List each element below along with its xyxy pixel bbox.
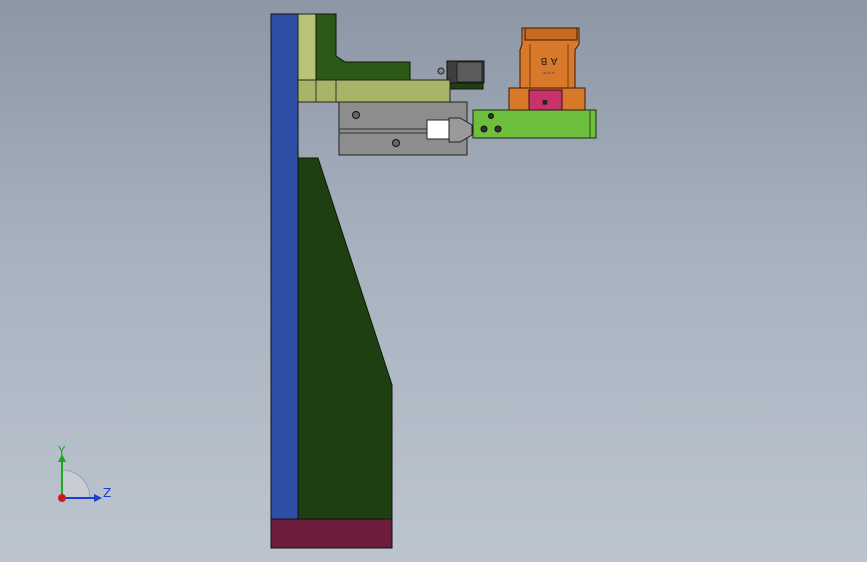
- triad-y-label: Y: [58, 444, 66, 458]
- horizontal-arm[interactable]: [297, 79, 451, 103]
- gripper-hole-3: [494, 125, 502, 133]
- cylinder-rod-end[interactable]: [448, 117, 473, 143]
- triad-z-arrow: [94, 494, 102, 502]
- cylinder-hole-2: [392, 139, 400, 147]
- connector-top-label: A B: [540, 55, 557, 66]
- column-cap[interactable]: [297, 13, 317, 81]
- support-body[interactable]: [297, 157, 393, 520]
- triad-origin: [58, 494, 66, 502]
- triad-z-label: Z: [103, 486, 112, 500]
- connector-pink-label: ■: [542, 99, 548, 106]
- model-scene[interactable]: ■ A B ~~~: [0, 0, 867, 562]
- connector-top-band: [524, 27, 578, 41]
- upper-bracket[interactable]: [315, 13, 411, 81]
- base-plate[interactable]: [270, 518, 393, 549]
- sensor-block-face: [456, 61, 483, 83]
- sensor-screw: [437, 67, 445, 75]
- gripper-hole-1: [480, 125, 488, 133]
- gripper-hole-2: [488, 113, 494, 119]
- cylinder-slot: [426, 119, 450, 140]
- cylinder-hole-1: [352, 111, 360, 119]
- orientation-triad[interactable]: [40, 440, 120, 520]
- connector-small-label: ~~~: [543, 71, 556, 77]
- vertical-column[interactable]: [270, 13, 299, 520]
- triad-arc: [61, 469, 91, 499]
- 3d-viewport[interactable]: ■ A B ~~~ Y Z: [0, 0, 867, 562]
